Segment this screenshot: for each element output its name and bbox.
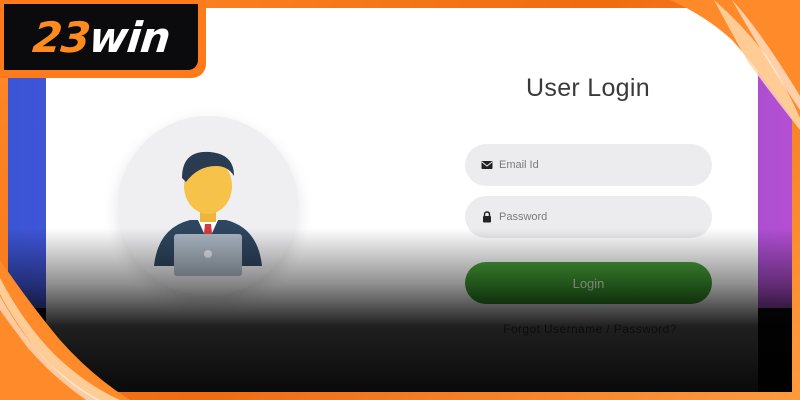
logo-badge: 23win bbox=[4, 4, 198, 70]
logo-wordmark: 23win bbox=[30, 13, 172, 62]
login-button[interactable]: Login bbox=[465, 262, 712, 304]
email-placeholder: Email Id bbox=[499, 159, 539, 171]
lock-icon bbox=[483, 211, 491, 223]
logo-word: win bbox=[86, 12, 172, 62]
avatar bbox=[118, 116, 298, 296]
password-placeholder: Password bbox=[499, 211, 548, 223]
forgot-password-link[interactable]: Forgot Username / Password? bbox=[490, 322, 690, 336]
page-curl-top-right bbox=[670, 0, 800, 130]
user-avatar-icon bbox=[154, 151, 262, 276]
envelope-icon bbox=[481, 161, 493, 169]
password-field[interactable]: Password bbox=[465, 196, 712, 238]
logo-number: 23 bbox=[30, 12, 92, 62]
login-title: User Login bbox=[526, 74, 650, 102]
brand-logo[interactable]: 23win bbox=[0, 0, 206, 78]
page-curl-bottom-left bbox=[0, 260, 130, 400]
email-field[interactable]: Email Id bbox=[465, 144, 712, 186]
